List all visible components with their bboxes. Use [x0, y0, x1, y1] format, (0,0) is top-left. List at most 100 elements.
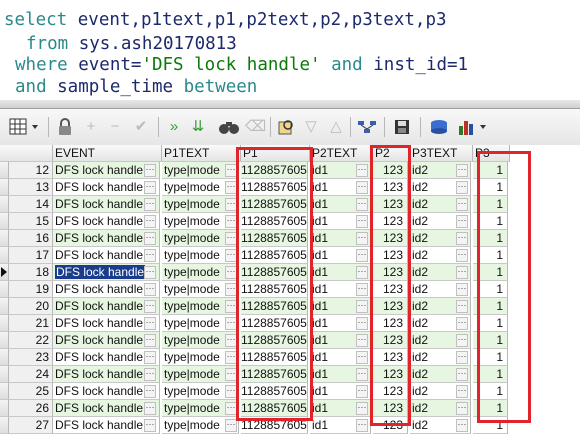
cell-p2[interactable]: 123 — [373, 230, 408, 247]
cell-p3[interactable]: 1 — [473, 315, 508, 332]
column-header-p1text[interactable]: P1TEXT — [162, 145, 241, 162]
ellipsis-button[interactable]: ··· — [225, 215, 237, 228]
cell-p2[interactable]: 123 — [373, 247, 408, 264]
ellipsis-button[interactable]: ··· — [225, 385, 237, 398]
ellipsis-button[interactable]: ··· — [356, 368, 368, 381]
cell-p3[interactable]: 1 — [473, 400, 508, 417]
ellipsis-button[interactable]: ··· — [456, 198, 468, 211]
cell-p2[interactable]: 123 — [373, 366, 408, 383]
cell-p1[interactable]: 1128857605 — [241, 162, 308, 179]
ellipsis-button[interactable]: ··· — [456, 283, 468, 296]
cell-p2[interactable]: 123 — [373, 162, 408, 179]
ellipsis-button[interactable]: ··· — [225, 283, 237, 296]
ellipsis-button[interactable]: ··· — [144, 317, 156, 330]
ellipsis-button[interactable]: ··· — [356, 300, 368, 313]
ellipsis-button[interactable]: ··· — [456, 266, 468, 279]
column-header-event[interactable]: EVENT — [53, 145, 162, 162]
ellipsis-button[interactable]: ··· — [225, 198, 237, 211]
save-icon[interactable] — [392, 117, 412, 137]
table-row[interactable]: 20 DFS lock handle ··· type|mode ··· 11288576… — [0, 298, 580, 315]
table-row[interactable]: 19 DFS lock handle ··· type|mode ··· 11288576… — [0, 281, 580, 298]
row-indicator[interactable] — [0, 298, 9, 315]
cell-p1[interactable]: 1128857605 — [241, 247, 308, 264]
cell-p1[interactable]: 1128857605 — [241, 400, 308, 417]
ellipsis-button[interactable]: ··· — [456, 402, 468, 415]
row-indicator[interactable] — [0, 400, 9, 417]
cell-p3[interactable]: 1 — [473, 230, 508, 247]
row-indicator[interactable] — [0, 264, 9, 281]
ellipsis-button[interactable]: ··· — [144, 215, 156, 228]
cell-p2[interactable]: 123 — [373, 281, 408, 298]
result-grid[interactable]: EVENT P1TEXT P1 P2TEXT P2 P3TEXT P3 12 DF… — [0, 145, 580, 434]
link-icon[interactable] — [356, 117, 378, 137]
ellipsis-button[interactable]: ··· — [456, 249, 468, 262]
ellipsis-button[interactable]: ··· — [356, 385, 368, 398]
row-indicator[interactable] — [0, 213, 9, 230]
cell-p1[interactable]: 1128857605 — [241, 179, 308, 196]
ellipsis-button[interactable]: ··· — [356, 232, 368, 245]
ellipsis-button[interactable]: ··· — [456, 334, 468, 347]
ellipsis-button[interactable]: ··· — [225, 300, 237, 313]
ellipsis-button[interactable]: ··· — [225, 317, 237, 330]
row-indicator[interactable] — [0, 332, 9, 349]
cell-p1[interactable]: 1128857605 — [241, 298, 308, 315]
ellipsis-button[interactable]: ··· — [356, 181, 368, 194]
clear-icon[interactable]: ⌫ — [245, 117, 266, 137]
ellipsis-button[interactable]: ··· — [144, 181, 156, 194]
cell-p3[interactable]: 1 — [473, 366, 508, 383]
column-header-p2text[interactable]: P2TEXT — [310, 145, 373, 162]
export-icon[interactable] — [428, 117, 450, 137]
ellipsis-button[interactable]: ··· — [456, 368, 468, 381]
ellipsis-button[interactable]: ··· — [144, 385, 156, 398]
cell-p3[interactable]: 1 — [473, 196, 508, 213]
splitter[interactable] — [0, 100, 580, 109]
ellipsis-button[interactable]: ··· — [456, 215, 468, 228]
ellipsis-button[interactable]: ··· — [144, 164, 156, 177]
cell-p3[interactable]: 1 — [473, 264, 508, 281]
ellipsis-button[interactable]: ··· — [225, 232, 237, 245]
column-header-p3[interactable]: P3 — [473, 145, 510, 162]
row-indicator[interactable] — [0, 179, 9, 196]
row-indicator[interactable] — [0, 230, 9, 247]
ellipsis-button[interactable]: ··· — [144, 232, 156, 245]
column-header-p3text[interactable]: P3TEXT — [410, 145, 473, 162]
cell-p3[interactable]: 1 — [473, 162, 508, 179]
cell-p1[interactable]: 1128857605 — [241, 366, 308, 383]
ellipsis-button[interactable]: ··· — [225, 402, 237, 415]
cell-p1[interactable]: 1128857605 — [241, 383, 308, 400]
ellipsis-button[interactable]: ··· — [144, 300, 156, 313]
cell-p2[interactable]: 123 — [373, 196, 408, 213]
row-indicator[interactable] — [0, 383, 9, 400]
ellipsis-button[interactable]: ··· — [144, 351, 156, 364]
ellipsis-button[interactable]: ··· — [356, 317, 368, 330]
ellipsis-button[interactable]: ··· — [144, 198, 156, 211]
ellipsis-button[interactable]: ··· — [456, 385, 468, 398]
column-header-p1[interactable]: P1 — [241, 145, 310, 162]
next-page-icon[interactable]: » — [164, 117, 184, 137]
filter-up-icon[interactable]: △ — [327, 117, 345, 137]
ellipsis-button[interactable]: ··· — [356, 334, 368, 347]
cell-p3[interactable]: 1 — [473, 383, 508, 400]
ellipsis-button[interactable]: ··· — [356, 283, 368, 296]
ellipsis-button[interactable]: ··· — [356, 198, 368, 211]
ellipsis-button[interactable]: ··· — [225, 266, 237, 279]
cell-p2[interactable]: 123 — [373, 298, 408, 315]
ellipsis-button[interactable]: ··· — [225, 334, 237, 347]
ellipsis-button[interactable]: ··· — [356, 402, 368, 415]
cell-p3[interactable]: 1 — [473, 213, 508, 230]
add-record-icon[interactable]: + — [82, 117, 100, 137]
table-row[interactable]: 23 DFS lock handle ··· type|mode ··· 11288576… — [0, 349, 580, 366]
ellipsis-button[interactable]: ··· — [144, 266, 156, 279]
ellipsis-button[interactable]: ··· — [225, 368, 237, 381]
delete-record-icon[interactable]: − — [106, 117, 124, 137]
ellipsis-button[interactable]: ··· — [225, 181, 237, 194]
cell-p1[interactable]: 1128857605 — [241, 315, 308, 332]
ellipsis-button[interactable]: ··· — [144, 402, 156, 415]
cell-p1[interactable]: 1128857605 — [241, 213, 308, 230]
cell-p3[interactable]: 1 — [473, 298, 508, 315]
cell-p3[interactable]: 1 — [473, 332, 508, 349]
table-row[interactable]: 15 DFS lock handle ··· type|mode ··· 11288576… — [0, 213, 580, 230]
ellipsis-button[interactable]: ··· — [225, 351, 237, 364]
lock-icon[interactable] — [55, 117, 75, 137]
grid-options-icon[interactable] — [8, 117, 42, 137]
